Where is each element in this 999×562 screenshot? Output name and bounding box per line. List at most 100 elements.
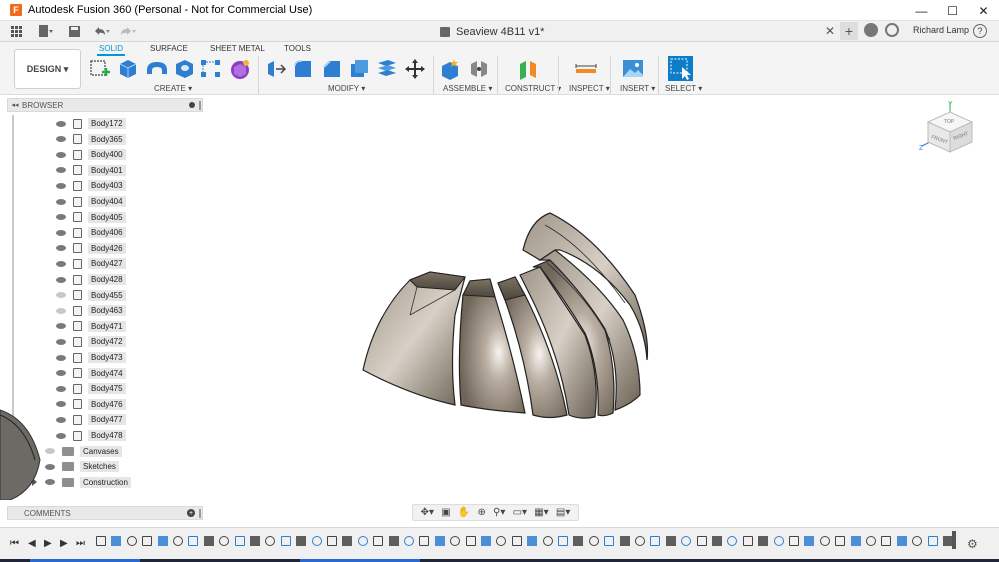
joint-icon[interactable] bbox=[468, 58, 490, 80]
go-to-start-button[interactable]: ⏮ bbox=[10, 538, 19, 549]
timeline-feature-icon[interactable] bbox=[496, 536, 507, 546]
file-menu-icon[interactable] bbox=[36, 22, 56, 40]
timeline-feature-icon[interactable] bbox=[173, 536, 183, 546]
browser-body-item[interactable]: Body478 bbox=[56, 429, 126, 442]
move-copy-icon[interactable] bbox=[404, 58, 426, 80]
timeline-feature-icon[interactable] bbox=[912, 536, 923, 546]
browser-body-item[interactable]: Body406 bbox=[56, 226, 126, 239]
timeline-feature-icon[interactable] bbox=[742, 536, 753, 546]
grid-settings-icon[interactable]: ▦▾ bbox=[534, 507, 548, 518]
timeline-feature-icon[interactable] bbox=[881, 536, 892, 546]
timeline-feature-icon[interactable] bbox=[665, 536, 676, 546]
timeline-feature-icon[interactable] bbox=[712, 536, 722, 546]
timeline-feature-icon[interactable] bbox=[650, 536, 661, 546]
browser-body-item[interactable]: Body477 bbox=[56, 413, 126, 426]
visibility-eye-icon[interactable] bbox=[56, 198, 66, 205]
timeline-feature-icon[interactable] bbox=[219, 536, 230, 546]
modify-menu[interactable]: MODIFY ▾ bbox=[328, 84, 365, 93]
timeline-feature-icon[interactable] bbox=[558, 536, 568, 546]
browser-folder-item[interactable]: Construction bbox=[32, 476, 131, 489]
panel-pin-icon[interactable] bbox=[199, 101, 201, 110]
tab-sheet-metal[interactable]: SHEET METAL bbox=[210, 44, 265, 53]
visibility-eye-icon[interactable] bbox=[45, 448, 55, 455]
timeline-settings-icon[interactable]: ⚙ bbox=[967, 537, 978, 551]
insert-menu[interactable]: INSERT ▾ bbox=[620, 84, 655, 93]
browser-body-item[interactable]: Body471 bbox=[56, 320, 126, 333]
visibility-eye-icon[interactable] bbox=[56, 260, 66, 267]
timeline-feature-icon[interactable] bbox=[681, 536, 692, 546]
panel-pin-icon[interactable] bbox=[199, 509, 201, 518]
timeline-feature-icon[interactable] bbox=[234, 536, 245, 546]
chamfer-icon[interactable] bbox=[321, 58, 343, 80]
timeline-feature-icon[interactable] bbox=[142, 536, 153, 546]
shell-icon[interactable] bbox=[348, 58, 370, 80]
timeline-feature-icon[interactable] bbox=[296, 536, 307, 546]
user-account-menu[interactable]: Richard Lamp bbox=[913, 25, 969, 35]
timeline-feature-icon[interactable] bbox=[758, 536, 769, 546]
look-at-icon[interactable]: ▣ bbox=[441, 507, 450, 518]
visibility-eye-icon[interactable] bbox=[56, 182, 66, 189]
timeline-feature-icon[interactable] bbox=[866, 536, 876, 546]
timeline-feature-icon[interactable] bbox=[511, 536, 522, 546]
browser-folder-item[interactable]: Sketches bbox=[32, 460, 119, 473]
browser-body-item[interactable]: Body455 bbox=[56, 289, 126, 302]
visibility-eye-icon[interactable] bbox=[56, 229, 66, 236]
timeline-feature-icon[interactable] bbox=[789, 536, 799, 546]
visibility-eye-icon[interactable] bbox=[56, 307, 66, 314]
select-menu[interactable]: SELECT ▾ bbox=[665, 84, 702, 93]
timeline-feature-icon[interactable] bbox=[896, 536, 907, 546]
measure-icon[interactable] bbox=[575, 58, 597, 80]
document-tab[interactable]: Seaview 4B11 v1* bbox=[440, 21, 544, 42]
browser-body-item[interactable]: Body428 bbox=[56, 273, 126, 286]
visibility-eye-icon[interactable] bbox=[56, 151, 66, 158]
browser-body-item[interactable]: Body401 bbox=[56, 164, 126, 177]
timeline-feature-icon[interactable] bbox=[419, 536, 430, 546]
timeline-feature-icon[interactable] bbox=[527, 536, 538, 546]
browser-body-item[interactable]: Body473 bbox=[56, 351, 126, 364]
new-tab-button[interactable]: + bbox=[840, 22, 858, 40]
pattern-icon[interactable] bbox=[200, 58, 222, 80]
visibility-eye-icon[interactable] bbox=[45, 479, 55, 486]
go-to-end-button[interactable]: ⏭ bbox=[76, 538, 85, 549]
browser-options-icon[interactable] bbox=[189, 102, 195, 108]
timeline-feature-icon[interactable] bbox=[357, 536, 368, 546]
timeline-feature-icon[interactable] bbox=[327, 536, 337, 546]
timeline-feature-icon[interactable] bbox=[604, 536, 615, 546]
visibility-eye-icon[interactable] bbox=[56, 416, 66, 423]
browser-body-item[interactable]: Body426 bbox=[56, 242, 126, 255]
combine-icon[interactable] bbox=[376, 58, 398, 80]
timeline-feature-icon[interactable] bbox=[373, 536, 384, 546]
3d-model-viewport[interactable] bbox=[355, 205, 655, 435]
create-menu[interactable]: CREATE ▾ bbox=[154, 84, 192, 93]
timeline-feature-icon[interactable] bbox=[342, 536, 353, 546]
step-forward-button[interactable]: ▶ bbox=[60, 538, 68, 549]
timeline-feature-icon[interactable] bbox=[311, 536, 322, 546]
create-form-icon[interactable] bbox=[229, 58, 251, 80]
comments-panel-header[interactable]: COMMENTS + bbox=[7, 506, 203, 520]
workspace-switcher-button[interactable]: DESIGN ▾ bbox=[14, 49, 81, 89]
timeline-feature-icon[interactable] bbox=[450, 536, 461, 546]
timeline-feature-icon[interactable] bbox=[588, 536, 599, 546]
job-status-icon[interactable] bbox=[864, 23, 878, 37]
visibility-eye-icon[interactable] bbox=[56, 370, 66, 377]
browser-body-item[interactable]: Body172 bbox=[56, 117, 126, 130]
display-settings-icon[interactable]: ▭▾ bbox=[513, 507, 527, 518]
browser-panel-header[interactable]: ◂◂ BROWSER bbox=[7, 98, 203, 112]
timeline-feature-icon[interactable] bbox=[434, 536, 445, 546]
visibility-eye-icon[interactable] bbox=[45, 463, 55, 470]
revolve-icon[interactable] bbox=[145, 58, 167, 80]
tab-solid[interactable]: SOLID bbox=[97, 44, 126, 56]
undo-icon[interactable] bbox=[92, 22, 112, 40]
timeline-feature-icon[interactable] bbox=[188, 536, 199, 546]
browser-body-item[interactable]: Body405 bbox=[56, 211, 126, 224]
timeline-feature-icon[interactable] bbox=[157, 536, 168, 546]
timeline-marker[interactable] bbox=[952, 531, 956, 549]
timeline-feature-icon[interactable] bbox=[388, 536, 399, 546]
fillet-icon[interactable] bbox=[292, 58, 314, 80]
visibility-eye-icon[interactable] bbox=[56, 323, 66, 330]
tab-tools[interactable]: TOOLS bbox=[284, 44, 311, 53]
app-grid-icon[interactable] bbox=[6, 22, 26, 40]
timeline-feature-icon[interactable] bbox=[203, 536, 214, 546]
offset-plane-icon[interactable] bbox=[517, 58, 539, 80]
extrude-icon[interactable] bbox=[116, 58, 138, 80]
